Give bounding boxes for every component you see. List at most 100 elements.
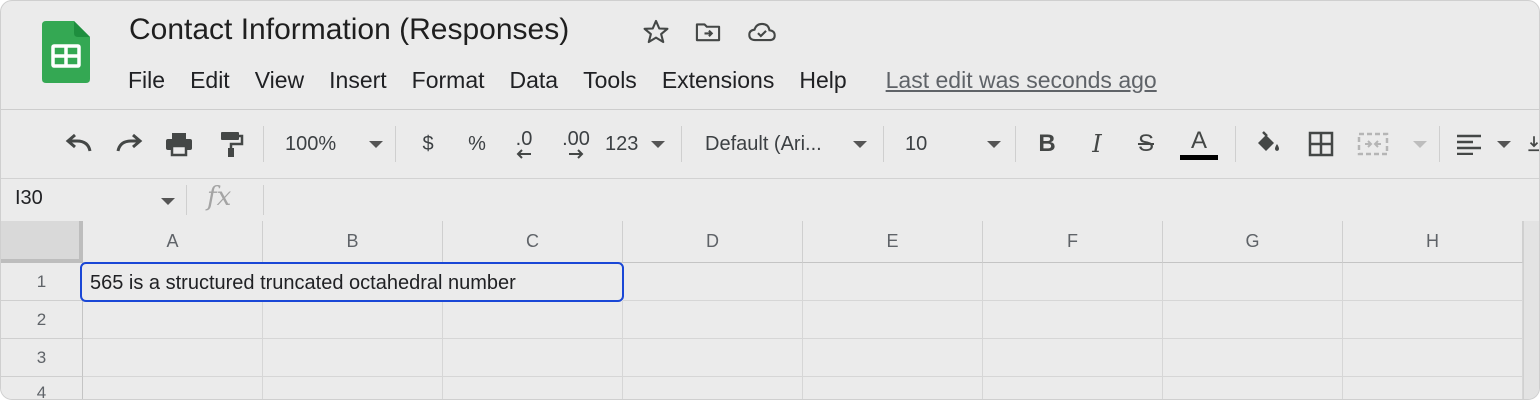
chevron-down-icon bbox=[651, 140, 665, 148]
zoom-select[interactable]: 100% bbox=[285, 128, 383, 160]
grid-cell[interactable] bbox=[83, 377, 263, 399]
italic-button[interactable]: I bbox=[1083, 128, 1111, 160]
column-header-e[interactable]: E bbox=[803, 221, 983, 263]
document-title[interactable]: Contact Information (Responses) bbox=[129, 13, 569, 47]
menu-edit[interactable]: Edit bbox=[190, 67, 230, 94]
column-header-c[interactable]: C bbox=[443, 221, 623, 263]
paint-format-icon[interactable] bbox=[213, 128, 249, 160]
grid-cell[interactable] bbox=[263, 377, 443, 399]
grid-cell[interactable] bbox=[1343, 263, 1523, 301]
undo-icon[interactable] bbox=[61, 128, 97, 160]
grid-cell[interactable] bbox=[1163, 339, 1343, 377]
grid-cell[interactable] bbox=[623, 301, 803, 339]
last-edit-link[interactable]: Last edit was seconds ago bbox=[886, 67, 1157, 94]
font-size-value: 10 bbox=[905, 132, 928, 155]
cell-a1[interactable]: 565 is a structured truncated octahedral… bbox=[80, 262, 624, 302]
grid-cell[interactable] bbox=[1343, 301, 1523, 339]
redo-icon[interactable] bbox=[111, 128, 147, 160]
text-color-button[interactable]: A bbox=[1179, 128, 1219, 160]
grid-cell[interactable] bbox=[983, 263, 1163, 301]
borders-icon[interactable] bbox=[1305, 128, 1337, 160]
grid-cell[interactable] bbox=[263, 301, 443, 339]
menu-extensions[interactable]: Extensions bbox=[662, 67, 775, 94]
column-header-a[interactable]: A bbox=[83, 221, 263, 263]
vertical-scrollbar[interactable] bbox=[1523, 221, 1539, 399]
text-color-swatch bbox=[1180, 154, 1218, 160]
row-header-1[interactable]: 1 bbox=[1, 263, 83, 301]
grid-cell[interactable] bbox=[263, 339, 443, 377]
decrease-decimal-label: .0 bbox=[515, 128, 533, 150]
font-select[interactable]: Default (Ari... bbox=[705, 128, 867, 160]
chevron-down-icon bbox=[853, 140, 867, 148]
merge-cells-icon[interactable] bbox=[1357, 128, 1427, 160]
grid-cell[interactable] bbox=[623, 339, 803, 377]
font-size-select[interactable]: 10 bbox=[905, 128, 1001, 160]
menu-help[interactable]: Help bbox=[799, 67, 846, 94]
grid-cell[interactable] bbox=[803, 263, 983, 301]
grid-cell[interactable] bbox=[623, 263, 803, 301]
grid-cell[interactable] bbox=[803, 301, 983, 339]
menu-format[interactable]: Format bbox=[412, 67, 485, 94]
sheet-grid: A B C D E F G H 1 2 3 4 565 is a structu… bbox=[1, 221, 1539, 399]
name-box[interactable]: I30 bbox=[15, 187, 43, 210]
menu-file[interactable]: File bbox=[128, 67, 165, 94]
cloud-saved-icon[interactable] bbox=[747, 17, 777, 47]
column-header-d[interactable]: D bbox=[623, 221, 803, 263]
grid-cell[interactable] bbox=[623, 377, 803, 399]
toolbar-separator bbox=[883, 126, 884, 162]
align-left-icon[interactable] bbox=[1455, 128, 1511, 160]
toolbar: 100% $ % .0 .00 123 Default (Ari... 10 B… bbox=[1, 110, 1539, 178]
font-value: Default (Ari... bbox=[705, 132, 822, 155]
menu-insert[interactable]: Insert bbox=[329, 67, 387, 94]
grid-cell[interactable] bbox=[443, 339, 623, 377]
arrow-left-icon bbox=[516, 149, 531, 159]
column-header-h[interactable]: H bbox=[1343, 221, 1523, 263]
chevron-down-icon[interactable] bbox=[161, 198, 175, 205]
column-header-g[interactable]: G bbox=[1163, 221, 1343, 263]
select-all-corner[interactable] bbox=[1, 221, 83, 263]
chevron-down-icon bbox=[1413, 140, 1427, 148]
grid-cell[interactable] bbox=[983, 301, 1163, 339]
grid-cell[interactable] bbox=[1163, 377, 1343, 399]
toolbar-separator bbox=[1439, 126, 1440, 162]
column-header-b[interactable]: B bbox=[263, 221, 443, 263]
grid-cell[interactable] bbox=[1343, 377, 1523, 399]
row-header-2[interactable]: 2 bbox=[1, 301, 83, 339]
sheets-logo-icon[interactable] bbox=[42, 21, 90, 83]
strikethrough-button[interactable]: S bbox=[1132, 128, 1160, 160]
bold-button[interactable]: B bbox=[1033, 128, 1061, 160]
decrease-decimal-button[interactable]: .0 bbox=[507, 128, 541, 160]
formula-separator bbox=[186, 185, 187, 215]
menu-tools[interactable]: Tools bbox=[583, 67, 637, 94]
grid-cell[interactable] bbox=[83, 339, 263, 377]
more-formats-label: 123 bbox=[605, 132, 639, 155]
grid-cell[interactable] bbox=[983, 377, 1163, 399]
grid-cell[interactable] bbox=[983, 339, 1163, 377]
grid-cell[interactable] bbox=[1343, 339, 1523, 377]
move-to-folder-icon[interactable] bbox=[693, 17, 723, 47]
print-icon[interactable] bbox=[161, 128, 197, 160]
formula-input[interactable] bbox=[279, 187, 1519, 213]
increase-decimal-button[interactable]: .00 bbox=[555, 128, 597, 160]
menu-data[interactable]: Data bbox=[510, 67, 559, 94]
arrow-right-icon bbox=[569, 149, 584, 159]
percent-format-button[interactable]: % bbox=[463, 128, 491, 160]
vertical-align-icon[interactable] bbox=[1527, 128, 1539, 160]
grid-cell[interactable] bbox=[803, 339, 983, 377]
grid-cell[interactable] bbox=[803, 377, 983, 399]
column-header-f[interactable]: F bbox=[983, 221, 1163, 263]
currency-format-button[interactable]: $ bbox=[415, 128, 441, 160]
more-formats-button[interactable]: 123 bbox=[605, 128, 665, 160]
grid-cell[interactable] bbox=[1163, 301, 1343, 339]
row-header-3[interactable]: 3 bbox=[1, 339, 83, 377]
toolbar-separator bbox=[263, 126, 264, 162]
row-header-4[interactable]: 4 bbox=[1, 377, 83, 399]
menu-view[interactable]: View bbox=[255, 67, 304, 94]
grid-cell[interactable] bbox=[83, 301, 263, 339]
grid-cell[interactable] bbox=[443, 301, 623, 339]
grid-cell[interactable] bbox=[443, 377, 623, 399]
star-icon[interactable] bbox=[641, 17, 671, 47]
fill-color-icon[interactable] bbox=[1253, 128, 1285, 160]
grid-cell[interactable] bbox=[1163, 263, 1343, 301]
spreadsheet-window: Contact Information (Responses) File Edi… bbox=[0, 0, 1540, 400]
